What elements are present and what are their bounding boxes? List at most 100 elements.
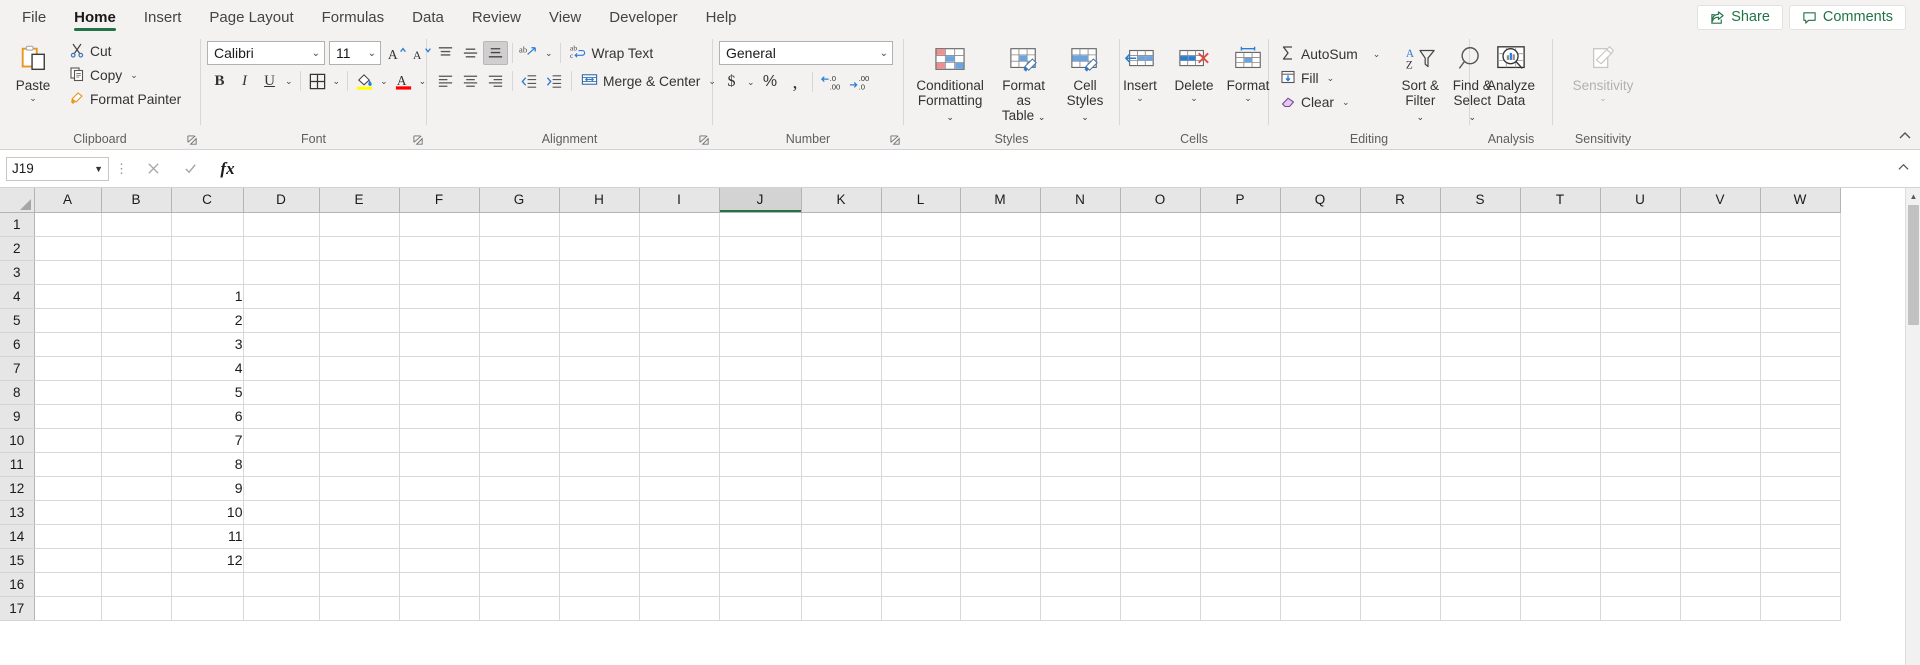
cell-N10[interactable]	[1040, 428, 1121, 453]
cell-K17[interactable]	[801, 596, 882, 621]
row-header-13[interactable]: 13	[0, 500, 35, 525]
row-header-12[interactable]: 12	[0, 476, 35, 501]
fill-button[interactable]: Fill ⌄	[1275, 67, 1388, 90]
cell-A16[interactable]	[34, 572, 102, 597]
cell-M4[interactable]	[960, 284, 1041, 309]
cell-P2[interactable]	[1200, 236, 1281, 261]
cell-E11[interactable]	[319, 452, 400, 477]
cell-E12[interactable]	[319, 476, 400, 501]
cell-V4[interactable]	[1680, 284, 1761, 309]
cell-O7[interactable]	[1120, 356, 1201, 381]
cell-R17[interactable]	[1360, 596, 1441, 621]
cell-T11[interactable]	[1520, 452, 1601, 477]
chevron-down-icon[interactable]: ⌄	[330, 76, 344, 87]
cell-R9[interactable]	[1360, 404, 1441, 429]
cell-B15[interactable]	[101, 548, 172, 573]
cell-S1[interactable]	[1440, 212, 1521, 237]
cell-P11[interactable]	[1200, 452, 1281, 477]
font-size-combo[interactable]: 11 ⌄	[329, 41, 381, 65]
align-left-button[interactable]	[433, 69, 458, 93]
cell-F8[interactable]	[399, 380, 480, 405]
cell-F14[interactable]	[399, 524, 480, 549]
cell-E10[interactable]	[319, 428, 400, 453]
cell-H12[interactable]	[559, 476, 640, 501]
cell-E17[interactable]	[319, 596, 400, 621]
sensitivity-button[interactable]: Sensitivity ⌄	[1567, 39, 1640, 103]
cell-O13[interactable]	[1120, 500, 1201, 525]
cell-O12[interactable]	[1120, 476, 1201, 501]
cell-P3[interactable]	[1200, 260, 1281, 285]
cell-O8[interactable]	[1120, 380, 1201, 405]
cell-S16[interactable]	[1440, 572, 1521, 597]
cell-S11[interactable]	[1440, 452, 1521, 477]
cell-P15[interactable]	[1200, 548, 1281, 573]
cell-S17[interactable]	[1440, 596, 1521, 621]
name-box[interactable]: J19 ▼	[6, 156, 109, 181]
cell-I16[interactable]	[639, 572, 720, 597]
cell-W3[interactable]	[1760, 260, 1841, 285]
cell-L2[interactable]	[881, 236, 961, 261]
insert-cells-button[interactable]: Insert ⌄	[1113, 39, 1167, 103]
cell-E4[interactable]	[319, 284, 400, 309]
cell-O6[interactable]	[1120, 332, 1201, 357]
cell-R8[interactable]	[1360, 380, 1441, 405]
cell-D15[interactable]	[243, 548, 320, 573]
cell-H7[interactable]	[559, 356, 640, 381]
cell-A3[interactable]	[34, 260, 102, 285]
cell-D4[interactable]	[243, 284, 320, 309]
cell-E9[interactable]	[319, 404, 400, 429]
cell-D12[interactable]	[243, 476, 320, 501]
cell-K4[interactable]	[801, 284, 882, 309]
cell-M15[interactable]	[960, 548, 1041, 573]
cell-I15[interactable]	[639, 548, 720, 573]
cell-T2[interactable]	[1520, 236, 1601, 261]
chevron-down-icon[interactable]: ⌄	[282, 76, 296, 87]
cell-O14[interactable]	[1120, 524, 1201, 549]
column-header-R[interactable]: R	[1360, 188, 1441, 213]
row-header-1[interactable]: 1	[0, 212, 35, 237]
ribbon-tab-developer[interactable]: Developer	[595, 0, 691, 34]
cell-U14[interactable]	[1600, 524, 1681, 549]
cell-W10[interactable]	[1760, 428, 1841, 453]
cell-J16[interactable]	[719, 572, 802, 597]
cell-R12[interactable]	[1360, 476, 1441, 501]
cell-J2[interactable]	[719, 236, 802, 261]
cell-U13[interactable]	[1600, 500, 1681, 525]
cell-G10[interactable]	[479, 428, 560, 453]
cell-O1[interactable]	[1120, 212, 1201, 237]
cell-I2[interactable]	[639, 236, 720, 261]
cell-V7[interactable]	[1680, 356, 1761, 381]
cell-R14[interactable]	[1360, 524, 1441, 549]
cell-I4[interactable]	[639, 284, 720, 309]
cell-L10[interactable]	[881, 428, 961, 453]
conditional-formatting-button[interactable]: Conditional Formatting ⌄	[910, 39, 990, 123]
cell-D14[interactable]	[243, 524, 320, 549]
cell-F5[interactable]	[399, 308, 480, 333]
cell-T5[interactable]	[1520, 308, 1601, 333]
cell-C6[interactable]: 3	[171, 332, 244, 357]
increase-decimal-button[interactable]: .0.00	[817, 70, 846, 94]
cell-M9[interactable]	[960, 404, 1041, 429]
cell-Q15[interactable]	[1280, 548, 1361, 573]
cell-J17[interactable]	[719, 596, 802, 621]
underline-button[interactable]: U	[257, 69, 282, 93]
cell-O3[interactable]	[1120, 260, 1201, 285]
cell-B12[interactable]	[101, 476, 172, 501]
cell-V10[interactable]	[1680, 428, 1761, 453]
cell-W12[interactable]	[1760, 476, 1841, 501]
cell-U2[interactable]	[1600, 236, 1681, 261]
cell-P17[interactable]	[1200, 596, 1281, 621]
cell-U3[interactable]	[1600, 260, 1681, 285]
cell-H8[interactable]	[559, 380, 640, 405]
row-header-6[interactable]: 6	[0, 332, 35, 357]
column-header-V[interactable]: V	[1680, 188, 1761, 213]
row-header-7[interactable]: 7	[0, 356, 35, 381]
check-icon[interactable]	[172, 157, 209, 181]
cell-P7[interactable]	[1200, 356, 1281, 381]
cell-S13[interactable]	[1440, 500, 1521, 525]
cell-G16[interactable]	[479, 572, 560, 597]
column-header-S[interactable]: S	[1440, 188, 1521, 213]
format-cells-button[interactable]: Format ⌄	[1221, 39, 1275, 103]
cell-U4[interactable]	[1600, 284, 1681, 309]
cell-R2[interactable]	[1360, 236, 1441, 261]
